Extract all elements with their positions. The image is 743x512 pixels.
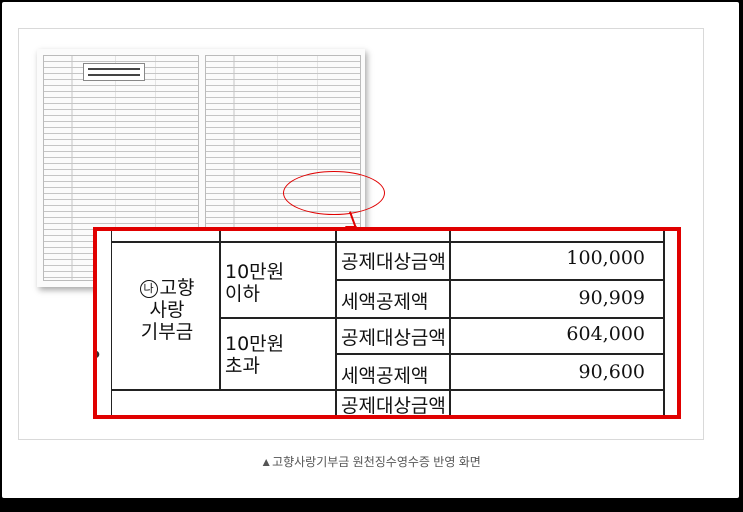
cut-off-row-label: 공제대상금액: [341, 395, 446, 417]
row-rule: [335, 279, 665, 281]
category-label: 나 고향 사랑 기부금: [117, 277, 217, 343]
item-label: 공제대상금액: [341, 327, 446, 349]
amount-value: 100,000: [566, 247, 645, 269]
table-group-bottom-rule: [111, 389, 665, 391]
amount-value: 604,000: [566, 323, 645, 345]
item-label: 세액공제액: [341, 291, 429, 313]
zoomed-table-callout: ◑ 나고향 사랑 기부금 10만원 이하 10만원 초과 공제대상금액 100,…: [93, 227, 681, 419]
article-page: ◑ 나고향 사랑 기부금 10만원 이하 10만원 초과 공제대상금액 100,…: [2, 2, 739, 498]
category-circle-prefix: 나: [139, 280, 158, 298]
figure-image: ◑ 나고향 사랑 기부금 10만원 이하 10만원 초과 공제대상금액 100,…: [18, 28, 704, 440]
highlight-ellipse: [283, 171, 385, 215]
range-divider: [335, 231, 337, 415]
item-label: 세액공제액: [341, 365, 429, 387]
cut-circle-glyph: ◑: [97, 349, 100, 360]
receipt-form-title-box: [83, 63, 145, 81]
table-top-rule: [111, 241, 665, 243]
range-label-over: 10만원 초과: [225, 333, 285, 377]
group-rule: [219, 317, 665, 319]
range-label-under: 10만원 이하: [225, 261, 285, 305]
table-right-border: [663, 231, 665, 415]
amount-value: 90,600: [578, 361, 645, 383]
item-label: 공제대상금액: [341, 251, 446, 273]
row-rule: [335, 353, 665, 355]
table-left-margin: ◑: [97, 231, 112, 415]
image-caption: ▲고향사랑기부금 원천징수영수증 반영 화면: [260, 455, 481, 469]
item-divider: [449, 231, 451, 415]
amount-value: 90,909: [578, 287, 645, 309]
category-divider: [219, 231, 221, 389]
